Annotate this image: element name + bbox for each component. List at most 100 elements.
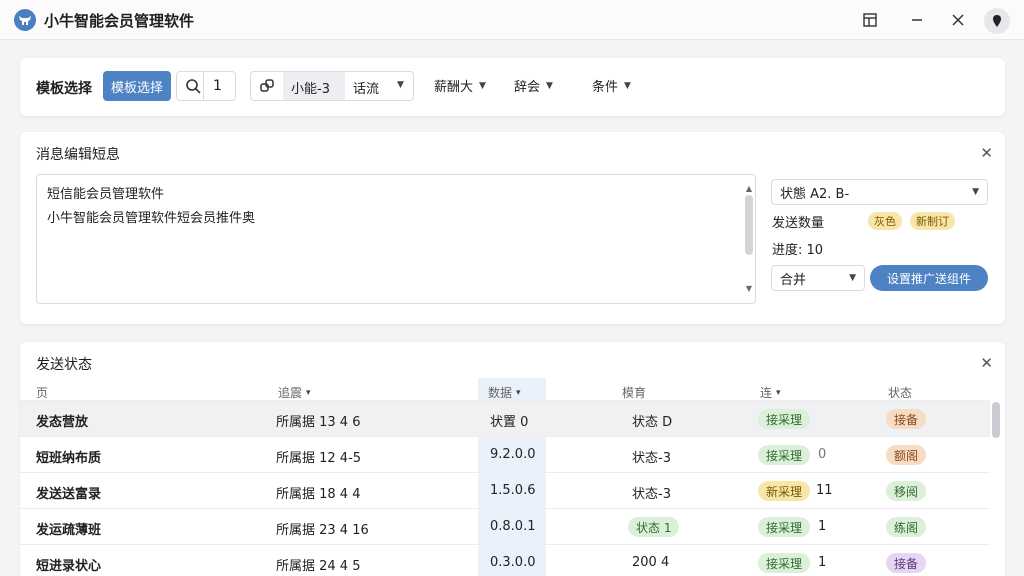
table-row[interactable]: 发态营放 所属据 13 4 6 状置 0 状态 D 接采理 接备 <box>20 400 990 436</box>
row-tag: 接采理 <box>758 553 811 573</box>
dropdown-meeting-label: 辞会 <box>514 80 541 95</box>
chevron-down-icon: ▾ <box>516 387 521 398</box>
table-row[interactable]: 发送送富录 所属据 18 4 4 1.5.0.6 状态-3 新采理 11 移阅 <box>20 472 990 508</box>
row-status-badge: 接备 <box>886 553 927 573</box>
row-num: 0 <box>818 447 827 462</box>
search-icon <box>185 78 201 98</box>
send-count-label: 发送数量 <box>772 216 825 231</box>
search-value[interactable]: 1 <box>213 78 222 94</box>
dropdown-salary[interactable]: 薪酬大 ▼ <box>434 76 486 95</box>
send-status-card: 发送状态 ✕ 页 追震 ▾ 数据 ▾ 模育 连 ▾ 状态 发态营放 所属据 13 4 … <box>20 342 1005 576</box>
row-tag: 新采理 <box>758 481 811 501</box>
scroll-down-icon[interactable]: ▼ <box>746 277 752 301</box>
row-state: 状态-3 <box>632 451 671 466</box>
close-icon[interactable] <box>946 8 970 32</box>
header-label: 连 <box>760 386 773 400</box>
divider <box>203 72 204 100</box>
dropdown-condition[interactable]: 条件 ▼ <box>592 76 631 95</box>
row-state: 状态-3 <box>632 487 671 502</box>
header-label: 追震 <box>278 386 303 400</box>
message-line-2: 小牛智能会员管理软件短会员推件奥 <box>47 211 256 226</box>
row-name: 发态营放 <box>36 415 89 430</box>
row-state: 200 4 <box>632 555 670 570</box>
row-name: 短进录状心 <box>36 559 102 574</box>
message-textarea[interactable]: 短信能会员管理软件 小牛智能会员管理软件短会员推件奥 ▲ ▼ <box>36 174 756 304</box>
scroll-up-icon[interactable]: ▲ <box>746 177 752 201</box>
row-state: 状态 1 <box>628 517 680 537</box>
segment-value: 小能-3 <box>291 82 330 97</box>
link-icon[interactable] <box>259 78 275 98</box>
row-status-badge: 额阁 <box>886 445 927 465</box>
segment-control[interactable]: 小能-3 话流 ▼ <box>250 71 414 101</box>
row-num: 1 <box>818 519 827 534</box>
row-tag: 接采理 <box>758 517 811 537</box>
send-settings-button[interactable]: 设置推广送组件 <box>870 265 988 291</box>
dropdown-meeting[interactable]: 辞会 ▼ <box>514 76 553 95</box>
tag-gray: 灰色 <box>868 212 902 230</box>
chevron-down-icon: ▼ <box>397 80 404 90</box>
header-data[interactable]: 数据 ▾ <box>488 384 521 401</box>
table-row[interactable]: 发运疏薄班 所属据 23 4 16 0.8.0.1 状态 1 接采理 1 练阁 <box>20 508 990 544</box>
row-value: 9.2.0.0 <box>490 447 536 462</box>
chevron-down-icon: ▼ <box>624 80 631 91</box>
chevron-down-icon: ▾ <box>306 387 311 398</box>
title-bar: 小牛智能会员管理软件 <box>0 0 1024 40</box>
row-num: 1 <box>818 555 827 570</box>
send-status-title: 发送状态 <box>36 357 92 373</box>
header-page[interactable]: 页 <box>36 384 48 401</box>
row-name: 发运疏薄班 <box>36 523 102 538</box>
table-row[interactable]: 短进录状心 所属据 24 4 5 0.3.0.0 200 4 接采理 1 接备 <box>20 544 990 576</box>
minimize-icon[interactable] <box>905 8 929 32</box>
chevron-down-icon: ▼ <box>479 80 486 91</box>
header-label: 数据 <box>488 386 513 400</box>
template-select-button[interactable]: 模板选择 <box>103 71 171 101</box>
message-editor-title: 消息编辑短息 <box>36 147 120 163</box>
status-select[interactable]: 状態 A2. B- ▼ <box>771 179 988 205</box>
header-link[interactable]: 连 ▾ <box>760 384 781 401</box>
dropdown-salary-label: 薪酬大 <box>434 80 474 95</box>
row-state: 状态 D <box>632 415 673 430</box>
row-value: 0.8.0.1 <box>490 519 536 534</box>
table-row[interactable]: 短班纳布质 所属据 12 4-5 9.2.0.0 状态-3 接采理 0 额阁 <box>20 436 990 472</box>
toolbar: 模板选择 模板选择 1 小能-3 话流 ▼ 薪酬大 ▼ 辞会 ▼ 条件 ▼ <box>20 58 1005 116</box>
row-num: 11 <box>816 483 833 498</box>
header-label: 模育 <box>622 386 647 400</box>
chevron-down-icon: ▼ <box>849 273 856 283</box>
row-value: 状置 0 <box>490 415 529 430</box>
flow-select-value[interactable]: 话流 <box>353 78 379 97</box>
progress-text: 进度: 10 <box>772 243 824 258</box>
search-box[interactable]: 1 <box>176 71 236 101</box>
row-code: 所属据 13 4 6 <box>276 415 361 430</box>
row-tag: 接采理 <box>758 445 811 465</box>
layout-icon[interactable] <box>858 8 882 32</box>
header-label: 状态 <box>888 386 913 400</box>
header-label: 页 <box>36 386 49 400</box>
avatar[interactable] <box>984 8 1010 34</box>
close-icon[interactable]: ✕ <box>980 354 993 372</box>
app-title: 小牛智能会员管理软件 <box>44 12 195 30</box>
status-select-value: 状態 A2. B- <box>780 186 850 202</box>
combine-select[interactable]: 合并 ▼ <box>771 265 865 291</box>
chevron-down-icon: ▼ <box>972 187 979 197</box>
row-name: 短班纳布质 <box>36 451 102 466</box>
row-status-badge: 移阅 <box>886 481 927 501</box>
row-value: 0.3.0.0 <box>490 555 536 570</box>
chevron-down-icon: ▼ <box>546 80 553 91</box>
table-scrollbar[interactable] <box>992 402 1000 438</box>
header-track[interactable]: 追震 ▾ <box>278 384 311 401</box>
dropdown-condition-label: 条件 <box>592 80 619 95</box>
header-status[interactable]: 状态 <box>888 384 912 401</box>
header-model[interactable]: 模育 <box>622 384 646 401</box>
row-status-badge: 练阁 <box>886 517 927 537</box>
row-code: 所属据 23 4 16 <box>276 523 369 538</box>
template-select-label: 模板选择 <box>36 81 92 97</box>
tag-new: 新制订 <box>910 212 955 230</box>
message-editor-card: 消息编辑短息 ✕ 短信能会员管理软件 小牛智能会员管理软件短会员推件奥 ▲ ▼ … <box>20 132 1005 324</box>
textarea-scrollbar[interactable] <box>745 195 753 255</box>
close-icon[interactable]: ✕ <box>980 144 993 162</box>
chevron-down-icon: ▾ <box>776 387 781 398</box>
row-code: 所属据 12 4-5 <box>276 451 362 466</box>
row-tag: 接采理 <box>758 409 811 429</box>
row-name: 发送送富录 <box>36 487 102 502</box>
combine-select-value: 合并 <box>780 272 807 288</box>
